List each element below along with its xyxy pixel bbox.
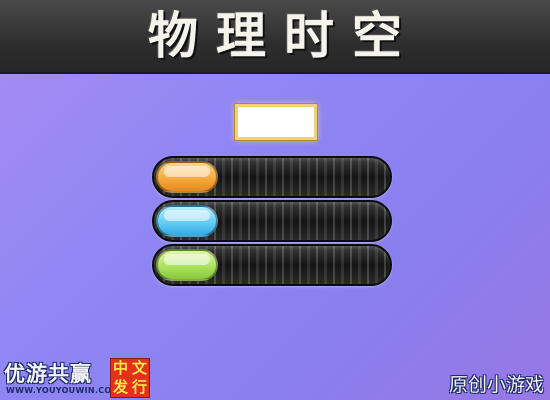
original-game-tagline: 原创小游戏 <box>448 374 544 396</box>
badge-char: 中 <box>112 359 128 377</box>
score-display <box>235 104 317 140</box>
slider-knob-orange[interactable] <box>156 161 218 193</box>
publisher-url: WWW.YOUYOUWIN.COM <box>6 386 120 395</box>
slider-track-blue[interactable] <box>152 200 392 242</box>
badge-char: 行 <box>131 378 147 396</box>
slider-knob-green[interactable] <box>156 249 218 281</box>
badge-char: 发 <box>112 378 128 396</box>
chinese-release-badge: 中 文 发 行 <box>110 358 150 398</box>
slider-track-orange[interactable] <box>152 156 392 198</box>
slider-track-green[interactable] <box>152 244 392 286</box>
game-title: 物理时空 <box>148 6 420 65</box>
publisher-name: 优游共赢 <box>4 362 92 386</box>
badge-char: 文 <box>131 359 147 377</box>
title-bar: 物理时空 <box>0 0 550 74</box>
slider-knob-blue[interactable] <box>156 205 218 237</box>
